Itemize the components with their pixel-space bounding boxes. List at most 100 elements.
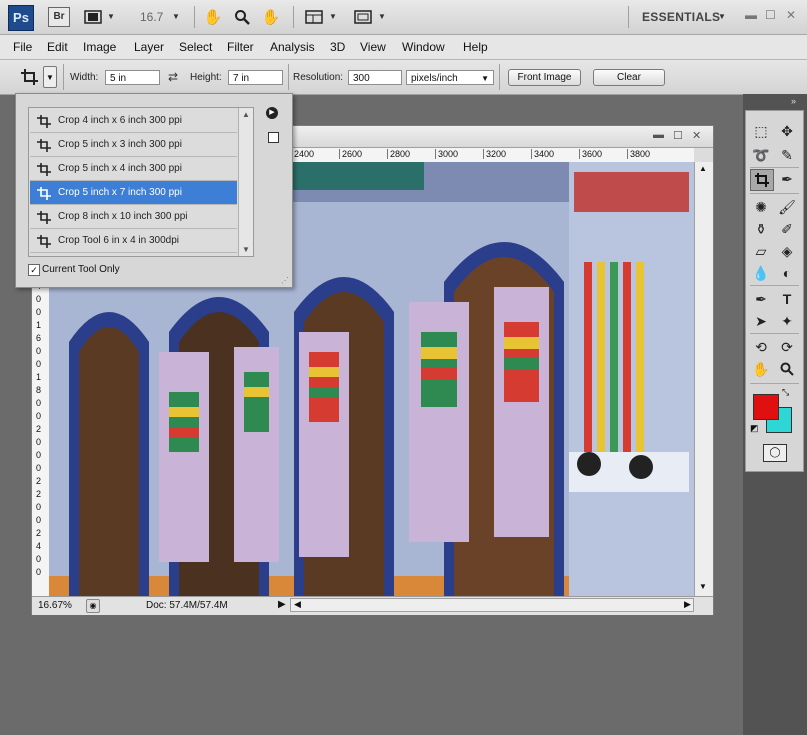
photoshop-logo: Ps [8,5,34,31]
toolbar-divider [628,6,629,28]
menu-3d[interactable]: 3D [330,40,345,54]
tool-preset-picker[interactable]: ▼ [43,66,57,88]
menu-window[interactable]: Window [402,40,445,54]
scroll-down-icon[interactable]: ▼ [699,582,707,591]
default-colors-icon[interactable]: ◩ [750,423,759,434]
blur-tool-icon[interactable]: 💧 [750,263,772,283]
tool-preset-item[interactable]: Crop Tool 6 in x 4 in 300dpi [30,229,237,253]
status-info-icon[interactable]: ◉ [86,599,100,613]
quick-selection-tool-icon[interactable]: ✎ [776,145,798,165]
minimize-button[interactable]: ▬ [745,8,757,22]
front-image-button[interactable]: Front Image [508,69,581,86]
pen-tool-icon[interactable]: ✒ [750,289,772,309]
chevron-down-icon[interactable]: ▼ [378,12,386,21]
hand-tool-icon[interactable]: ✋ [202,7,224,27]
menu-analysis[interactable]: Analysis [270,40,315,54]
chevron-down-icon[interactable]: ▼ [718,12,726,21]
filmstrip-icon[interactable] [82,7,104,27]
chevron-down-icon[interactable]: ▼ [107,12,115,21]
new-preset-icon[interactable] [268,132,279,143]
menu-help[interactable]: Help [463,40,488,54]
rotate-view-icon[interactable]: ✋ [260,7,282,27]
clone-stamp-tool-icon[interactable]: ⚱ [750,219,772,239]
foreground-color-swatch[interactable] [753,394,779,420]
menu-file[interactable]: File [13,40,32,54]
ruler-tick-label: 3600 [579,149,602,159]
menu-layer[interactable]: Layer [134,40,164,54]
height-field[interactable]: 7 in [228,70,283,85]
panel-menu-icon[interactable]: ▶ [266,107,278,119]
menu-edit[interactable]: Edit [47,40,68,54]
tool-preset-item[interactable]: Crop 5 inch x 7 inch 300 ppi [30,181,237,205]
type-tool-icon[interactable]: T [776,289,798,309]
preset-list-scrollbar[interactable]: ▲ ▼ [238,108,253,256]
close-button[interactable]: ✕ [786,8,796,22]
spot-healing-tool-icon[interactable]: ✺ [750,197,772,217]
scroll-up-icon[interactable]: ▲ [699,164,707,173]
quick-mask-icon[interactable]: ◯ [763,444,787,462]
path-selection-tool-icon[interactable]: ➤ [750,311,772,331]
lasso-tool-icon[interactable]: ➰ [750,145,772,165]
horizontal-scrollbar[interactable] [290,598,694,612]
width-field[interactable]: 5 in [105,70,160,85]
dodge-tool-icon[interactable]: ◐ [776,263,798,283]
ruler-tick-label: 0 [36,554,42,564]
brush-tool-icon[interactable]: 🖌 [776,197,798,217]
marquee-tool-icon[interactable]: ⬚ [750,121,772,141]
clear-button[interactable]: Clear [593,69,665,86]
resize-grip-icon[interactable]: ⋰ [281,276,289,285]
tool-preset-item[interactable]: Crop 4 inch x 6 inch 300 ppi [30,109,237,133]
current-tool-only-checkbox[interactable]: ✓ [28,264,40,276]
zoom-tool-icon[interactable] [231,7,253,27]
scroll-left-icon[interactable]: ◀ [294,599,301,610]
custom-shape-tool-icon[interactable]: ✦ [776,311,798,331]
menu-view[interactable]: View [360,40,386,54]
tool-preset-label: Crop Tool 6 in x 4 in 300dpi [58,235,180,246]
vertical-scrollbar[interactable]: ▲ ▼ [694,162,713,596]
3d-rotate-tool-icon[interactable]: ⟲ [750,337,772,357]
ruler-tick-label: 3000 [435,149,458,159]
tools-divider [750,333,799,334]
ruler-tick-label: 3800 [627,149,650,159]
move-tool-icon[interactable]: ✥ [776,121,798,141]
status-zoom[interactable]: 16.67% [38,600,72,611]
eyedropper-tool-icon[interactable]: ✒ [776,169,798,189]
hand-tool-icon[interactable]: ✋ [750,359,772,379]
eraser-tool-icon[interactable]: ▱ [750,241,772,261]
ruler-tick-label: 0 [36,502,42,512]
tool-preset-item[interactable]: Crop 5 inch x 3 inch 300 ppi [30,133,237,157]
crop-tool-icon[interactable] [20,68,42,86]
current-tool-only-label: Current Tool Only [42,264,120,275]
screen-mode-icon[interactable] [352,7,374,27]
tool-preset-item[interactable]: Crop 8 inch x 10 inch 300 ppi [30,205,237,229]
3d-orbit-tool-icon[interactable]: ⟳ [776,337,798,357]
swap-dimensions-icon[interactable]: ⇄ [168,70,178,84]
resolution-unit-select[interactable]: pixels/inch ▼ [406,70,494,85]
tool-preset-item[interactable]: Crop 5 inch x 4 inch 300 ppi [30,157,237,181]
menu-image[interactable]: Image [83,40,116,54]
swap-colors-icon[interactable]: ⤡ [782,387,789,398]
menu-filter[interactable]: Filter [227,40,254,54]
maximize-button[interactable]: ☐ [673,129,683,142]
scroll-right-icon[interactable]: ▶ [684,599,691,610]
status-menu-arrow-icon[interactable]: ▶ [278,599,286,610]
zoom-tool-icon[interactable] [776,359,798,379]
chevron-down-icon[interactable]: ▼ [172,12,180,21]
minimize-button[interactable]: ▬ [653,129,664,141]
scroll-down-icon[interactable]: ▼ [242,245,250,254]
menu-select[interactable]: Select [179,40,212,54]
resolution-field[interactable]: 300 [348,70,402,85]
chevron-down-icon[interactable]: ▼ [329,12,337,21]
zoom-level-display[interactable]: 16.7 [140,10,163,24]
bridge-launch-button[interactable]: Br [48,7,70,27]
height-label: Height: [190,72,222,83]
history-brush-tool-icon[interactable]: ✐ [776,219,798,239]
collapse-panel-icon[interactable]: » [791,96,796,106]
paint-bucket-tool-icon[interactable]: ◈ [776,241,798,261]
scroll-up-icon[interactable]: ▲ [242,110,250,119]
arrange-documents-icon[interactable] [303,7,325,27]
maximize-button[interactable]: ☐ [765,8,776,22]
close-button[interactable]: ✕ [692,129,701,142]
crop-tool-active-icon[interactable] [750,169,774,191]
workspace-switcher[interactable]: ESSENTIALS [642,10,720,24]
